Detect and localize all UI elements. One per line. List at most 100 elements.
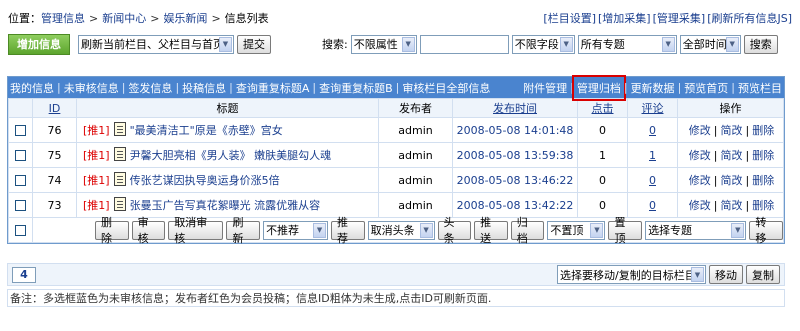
edit-link[interactable]: 修改: [689, 197, 711, 213]
row-checkbox[interactable]: [15, 200, 26, 211]
row-title-link[interactable]: "最美清洁工"原是《赤壁》宫女: [130, 124, 283, 137]
document-icon: [113, 122, 126, 136]
select-all-checkbox[interactable]: [15, 225, 26, 236]
tab-review-all[interactable]: 审核栏目全部信息: [402, 80, 490, 96]
row-title-link[interactable]: 张曼玉广告写真花絮曝光 流露优雅从容: [130, 199, 321, 212]
row-clicks: 0: [577, 117, 628, 143]
row-checkbox[interactable]: [15, 175, 26, 186]
move-button[interactable]: 移动: [709, 265, 743, 284]
publisher-header: 发布者: [378, 98, 453, 118]
sort-clicks-link[interactable]: 点击: [592, 102, 614, 115]
refresh-button[interactable]: 刷新: [226, 216, 261, 245]
row-tag: [推1]: [83, 124, 110, 137]
tab-preview-column[interactable]: 预览栏目: [738, 80, 782, 96]
add-collect-link[interactable]: [增加采集]: [598, 10, 651, 26]
row-comments-link[interactable]: 0: [649, 174, 656, 187]
row-comments-link[interactable]: 0: [649, 199, 656, 212]
title-header: 标题: [76, 98, 379, 118]
submit-button[interactable]: 提交: [237, 34, 271, 54]
tab-attachments[interactable]: 附件管理: [523, 80, 567, 96]
tab-manage-archive[interactable]: 管理归档: [571, 74, 626, 101]
top-button[interactable]: 置顶: [608, 216, 643, 245]
table-row: 76 [推1] "最美清洁工"原是《赤壁》宫女 admin 2008-05-08 14:…: [8, 117, 784, 143]
search-input[interactable]: [419, 34, 509, 54]
tab-duplicate-b[interactable]: 查询重复标题B: [319, 80, 393, 96]
tab-update-data[interactable]: 更新数据: [631, 80, 675, 96]
row-comments-link[interactable]: 1: [649, 149, 656, 162]
row-checkbox[interactable]: [15, 125, 26, 136]
ops-header: 操作: [677, 98, 784, 118]
row-id[interactable]: 76: [32, 117, 77, 143]
archive-button[interactable]: 归档: [510, 216, 545, 245]
time-select[interactable]: 全部时间 ▼: [679, 34, 741, 54]
sort-comments-link[interactable]: 评论: [642, 102, 664, 115]
row-publisher: admin: [378, 117, 453, 143]
target-column-select[interactable]: 选择要移动/复制的目标栏目 ▼: [557, 265, 706, 284]
cancel-review-button[interactable]: 取消审核: [168, 216, 224, 245]
tab-duplicate-a[interactable]: 查询重复标题A: [236, 80, 310, 96]
delete-button[interactable]: 删除: [95, 216, 129, 245]
quick-edit-link[interactable]: 简改: [721, 147, 743, 163]
row-publisher: admin: [378, 167, 453, 193]
pager-row: 4 选择要移动/复制的目标栏目 ▼ 移动 复制: [7, 263, 785, 286]
delete-link[interactable]: 删除: [752, 147, 774, 163]
row-id[interactable]: 75: [32, 142, 77, 168]
breadcrumb-news-center[interactable]: 新闻中心: [102, 10, 146, 26]
sort-id-link[interactable]: ID: [49, 102, 61, 115]
column-settings-link[interactable]: [栏目设置]: [543, 10, 596, 26]
row-title-link[interactable]: 传张艺谋因执导奥运身价涨5倍: [130, 174, 280, 187]
search-button[interactable]: 搜索: [743, 34, 778, 54]
attribute-select[interactable]: 不限属性 ▼: [350, 34, 417, 54]
headline-select[interactable]: 取消头条 ▼: [367, 220, 435, 240]
review-button[interactable]: 审核: [131, 216, 166, 245]
copy-button[interactable]: 复制: [746, 265, 780, 284]
tab-my-info[interactable]: 我的信息: [10, 80, 54, 96]
row-title-link[interactable]: 尹馨大胆亮相《男人装》 嫩肤美腿勾人魂: [130, 149, 332, 162]
row-clicks: 0: [577, 167, 628, 193]
recommend-button[interactable]: 推荐: [331, 216, 365, 245]
topic-filter-select[interactable]: 所有专题 ▼: [577, 34, 677, 54]
table-row: 73 [推1] 张曼玉广告写真花絮曝光 流露优雅从容 admin 2008-05-08 …: [8, 192, 784, 218]
breadcrumb-entertainment-news[interactable]: 娱乐新闻: [163, 10, 207, 26]
row-time: 2008-05-08 13:42:22: [452, 192, 578, 218]
delete-link[interactable]: 删除: [752, 122, 774, 138]
document-icon: [113, 197, 126, 211]
tab-signed[interactable]: 签发信息: [128, 80, 172, 96]
table-row: 75 [推1] 尹馨大胆亮相《男人装》 嫩肤美腿勾人魂 admin 2008-05-08…: [8, 142, 784, 168]
manage-collect-link[interactable]: [管理采集]: [653, 10, 706, 26]
top-select[interactable]: 不置顶 ▼: [547, 220, 606, 240]
row-checkbox[interactable]: [15, 150, 26, 161]
chevron-down-icon: ▼: [219, 36, 232, 52]
quick-edit-link[interactable]: 简改: [721, 172, 743, 188]
recommend-select[interactable]: 不推荐 ▼: [263, 220, 329, 240]
row-time: 2008-05-08 14:01:48: [452, 117, 578, 143]
row-id[interactable]: 74: [32, 167, 77, 193]
sort-time-link[interactable]: 发布时间: [493, 102, 537, 115]
edit-link[interactable]: 修改: [689, 147, 711, 163]
quick-edit-link[interactable]: 简改: [721, 197, 743, 213]
edit-link[interactable]: 修改: [689, 122, 711, 138]
breadcrumb-manage-info[interactable]: 管理信息: [41, 10, 85, 26]
refresh-scope-select[interactable]: 刷新当前栏目、父栏目与首页 ▼: [78, 34, 234, 54]
move-topic-button[interactable]: 转移: [749, 216, 783, 245]
tab-unreviewed[interactable]: 未审核信息: [64, 80, 119, 96]
row-tag: [推1]: [83, 199, 110, 212]
tab-preview-home[interactable]: 预览首页: [684, 80, 728, 96]
push-button[interactable]: 推送: [474, 216, 508, 245]
delete-link[interactable]: 删除: [752, 172, 774, 188]
add-info-button[interactable]: 增加信息: [8, 33, 70, 55]
field-select[interactable]: 不限字段 ▼: [511, 34, 575, 54]
headline-button[interactable]: 头条: [437, 216, 472, 245]
chevron-down-icon: ▼: [731, 222, 745, 238]
row-comments-link[interactable]: 0: [649, 124, 656, 137]
tab-submissions[interactable]: 投稿信息: [182, 80, 226, 96]
quick-edit-link[interactable]: 简改: [721, 122, 743, 138]
document-icon: [113, 147, 126, 161]
edit-link[interactable]: 修改: [689, 172, 711, 188]
row-id[interactable]: 73: [32, 192, 77, 218]
delete-link[interactable]: 删除: [752, 197, 774, 213]
topic-select[interactable]: 选择专题 ▼: [645, 220, 747, 240]
page-number[interactable]: 4: [12, 266, 36, 283]
refresh-all-js-link[interactable]: [刷新所有信息JS]: [707, 10, 792, 26]
row-publisher: admin: [378, 142, 453, 168]
